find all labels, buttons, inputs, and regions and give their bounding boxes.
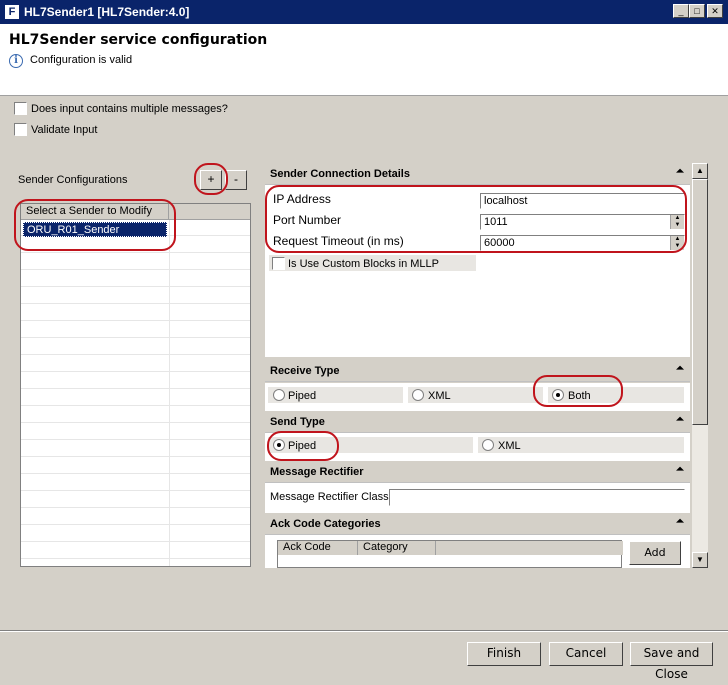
cancel-button[interactable]: Cancel (549, 642, 623, 666)
sender-details-panel: Sender Connection Details ⏶ IP Address l… (265, 163, 690, 568)
app-icon: F (4, 4, 20, 20)
ack-code-column-header[interactable]: Ack Code (278, 541, 358, 555)
blank-column-header (436, 541, 623, 555)
table-row[interactable] (21, 356, 250, 372)
validate-input-checkbox[interactable] (14, 123, 27, 136)
table-row[interactable] (21, 509, 250, 525)
footer-divider (0, 630, 728, 632)
receive-type-body: Piped XML Both (265, 383, 690, 411)
table-row[interactable] (21, 254, 250, 270)
table-row[interactable] (21, 458, 250, 474)
status-message: Configuration is valid (30, 54, 133, 66)
close-button[interactable]: ✕ (707, 4, 723, 18)
rectifier-title: Message Rectifier (270, 466, 364, 478)
title-bar: F HL7Sender1 [HL7Sender:4.0] _ □ ✕ (0, 0, 728, 24)
send-xml-label: XML (498, 440, 521, 452)
receive-xml-label: XML (428, 390, 451, 402)
send-type-title: Send Type (270, 416, 325, 428)
table-row[interactable] (21, 475, 250, 491)
receive-piped-radio[interactable] (273, 389, 285, 401)
validate-input-label: Validate Input (31, 124, 98, 136)
annotation-connection (265, 185, 687, 253)
category-column-header[interactable]: Category (358, 541, 436, 555)
dialog-header: HL7Sender service configuration i Config… (0, 24, 728, 96)
collapse-icon[interactable]: ⏶ (676, 414, 684, 425)
sender-table[interactable]: Select a Sender to Modify ORU_R01_Sender (20, 203, 251, 567)
multiple-messages-checkbox[interactable] (14, 102, 27, 115)
collapse-icon[interactable]: ⏶ (676, 166, 684, 177)
table-row[interactable] (21, 543, 250, 559)
ack-title: Ack Code Categories (270, 518, 381, 530)
table-row[interactable] (21, 424, 250, 440)
scroll-up-icon[interactable]: ▲ (692, 163, 708, 179)
custom-blocks-label: Is Use Custom Blocks in MLLP (288, 258, 439, 270)
sender-configurations-label: Sender Configurations (18, 174, 128, 186)
connection-section-title: Sender Connection Details (270, 168, 410, 180)
maximize-button[interactable]: □ (689, 4, 705, 18)
collapse-icon[interactable]: ⏶ (676, 464, 684, 475)
sender-column-header-blank (169, 204, 250, 220)
rectifier-section-header[interactable]: Message Rectifier ⏶ (265, 461, 690, 483)
save-and-close-button[interactable]: Save and Close (630, 642, 713, 681)
table-row[interactable] (21, 322, 250, 338)
info-icon: i (9, 54, 23, 68)
scroll-down-icon[interactable]: ▼ (692, 552, 708, 568)
connection-section-header[interactable]: Sender Connection Details ⏶ (265, 163, 690, 185)
annotation-send-piped (267, 431, 339, 461)
send-type-section-header[interactable]: Send Type ⏶ (265, 411, 690, 433)
receive-piped-label: Piped (288, 390, 317, 402)
annotation-receive-both (533, 375, 623, 407)
remove-sender-button[interactable]: - (225, 170, 247, 190)
table-row[interactable] (21, 492, 250, 508)
page-title: HL7Sender service configuration (9, 32, 268, 48)
collapse-icon[interactable]: ⏶ (676, 363, 684, 374)
window-title: HL7Sender1 [HL7Sender:4.0] (24, 5, 190, 19)
minimize-button[interactable]: _ (673, 4, 689, 18)
finish-button[interactable]: Finish (467, 642, 541, 666)
add-ack-button[interactable]: Add (629, 541, 681, 565)
table-row[interactable] (21, 305, 250, 321)
ack-code-table[interactable]: Ack Code Category (277, 540, 623, 568)
table-row[interactable] (21, 407, 250, 423)
receive-type-section-header[interactable]: Receive Type ⏶ (265, 360, 690, 382)
multiple-messages-label: Does input contains multiple messages? (31, 103, 228, 115)
table-row[interactable] (21, 339, 250, 355)
table-row[interactable] (21, 373, 250, 389)
vertical-scrollbar[interactable]: ▲ ▼ (692, 163, 708, 568)
custom-blocks-checkbox[interactable] (272, 257, 285, 270)
table-row[interactable] (21, 271, 250, 287)
receive-type-title: Receive Type (270, 365, 340, 377)
table-row[interactable] (21, 441, 250, 457)
rectifier-class-input[interactable] (389, 489, 685, 506)
receive-xml-radio[interactable] (412, 389, 424, 401)
annotation-add-button (194, 163, 228, 195)
rectifier-class-label: Message Rectifier Class (270, 491, 389, 503)
ack-section-header[interactable]: Ack Code Categories ⏶ (265, 513, 690, 535)
table-row[interactable] (21, 288, 250, 304)
rectifier-body: Message Rectifier Class (265, 483, 690, 513)
table-row[interactable] (21, 390, 250, 406)
table-row[interactable] (21, 526, 250, 542)
send-xml-radio[interactable] (482, 439, 494, 451)
collapse-icon[interactable]: ⏶ (676, 516, 684, 527)
annotation-sender-list (14, 199, 176, 251)
scroll-thumb[interactable] (692, 179, 708, 425)
